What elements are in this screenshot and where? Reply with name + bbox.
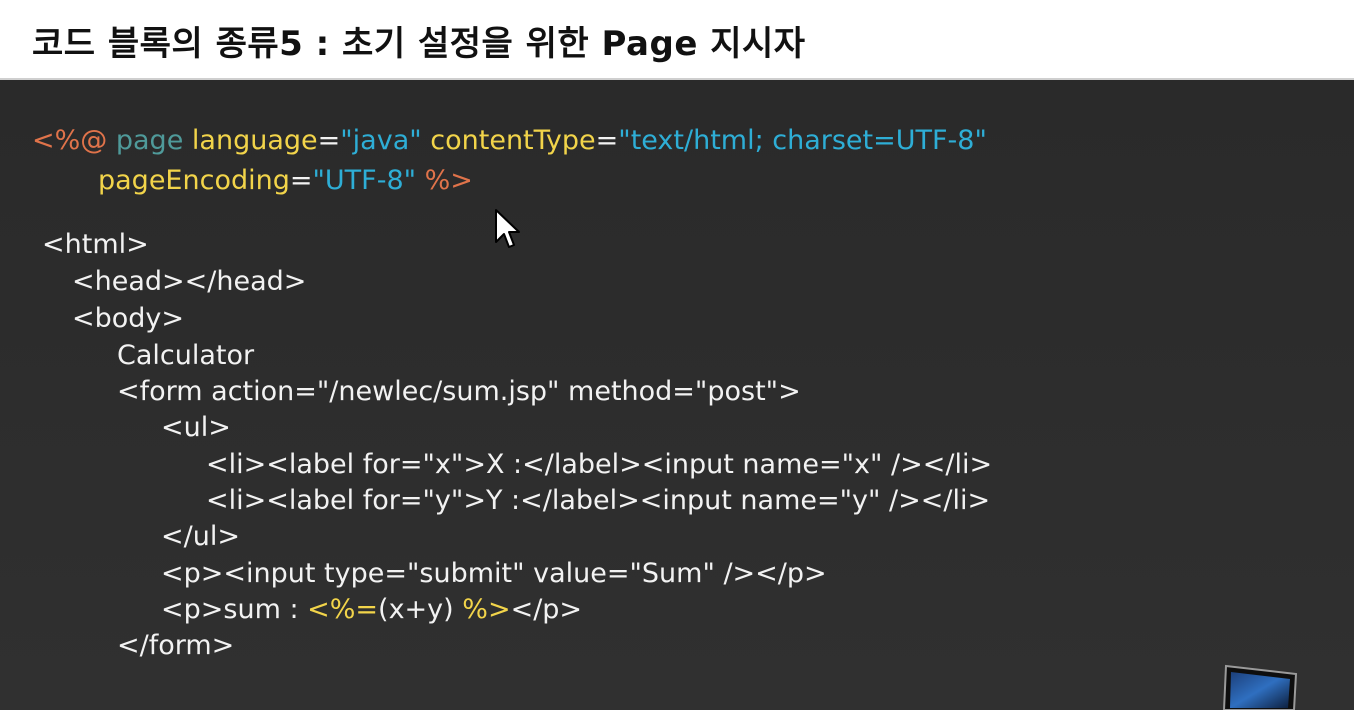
language-attr: language <box>191 125 318 156</box>
code-line-form-open: <form action="/newlec/sum.jsp" method="p… <box>117 376 801 407</box>
content-type-attr: contentType <box>430 125 596 156</box>
page-encoding-attr: pageEncoding <box>98 165 290 196</box>
content-type-value: "text/html; charset=UTF-8" <box>618 125 987 156</box>
code-line-head: <head></head> <box>72 266 307 297</box>
expression-close: %> <box>453 594 511 625</box>
code-line-form-close: </form> <box>117 630 235 661</box>
p-sum-suffix: </p> <box>510 594 583 625</box>
content-type-eq: = <box>595 125 619 156</box>
page-encoding-value: "UTF-8" <box>312 165 417 196</box>
directive-open: <%@ <box>32 125 108 156</box>
directive-name: page <box>115 125 184 156</box>
p-sum-prefix: <p>sum : <box>161 594 308 625</box>
language-value: "java" <box>340 125 422 156</box>
code-line-li-x: <li><label for="x">X :</label><input nam… <box>206 449 993 480</box>
slide: 코드 블록의 종류5 : 초기 설정을 위한 Page 지시자 <%@ page… <box>0 0 1354 710</box>
code-line-ul-open: <ul> <box>161 412 231 443</box>
mouse-pointer-icon <box>495 209 520 248</box>
language-eq: = <box>317 125 341 156</box>
code-line-p-sum: <p>sum : <%=(x+y) %></p> <box>161 593 582 627</box>
directive-close: %> <box>424 165 473 196</box>
monitor-logo-icon <box>1222 664 1298 710</box>
expression-body: (x+y) <box>378 594 454 625</box>
code-line-calculator: Calculator <box>117 340 255 371</box>
directive-line-1: <%@ page language="java" contentType="te… <box>32 124 987 158</box>
code-line-body-open: <body> <box>72 303 185 334</box>
slide-title: 코드 블록의 종류5 : 초기 설정을 위한 Page 지시자 <box>32 24 806 64</box>
title-bar: 코드 블록의 종류5 : 초기 설정을 위한 Page 지시자 <box>0 0 1354 80</box>
directive-line-2: pageEncoding="UTF-8" %> <box>98 164 473 198</box>
expression-open: <%= <box>307 594 379 625</box>
code-line-li-y: <li><label for="y">Y :</label><input nam… <box>206 485 991 516</box>
code-line-p-submit: <p><input type="submit" value="Sum" /></… <box>161 558 827 589</box>
code-line-ul-close: </ul> <box>161 521 240 552</box>
code-line-html-open: <html> <box>42 229 149 260</box>
page-encoding-eq: = <box>289 165 313 196</box>
